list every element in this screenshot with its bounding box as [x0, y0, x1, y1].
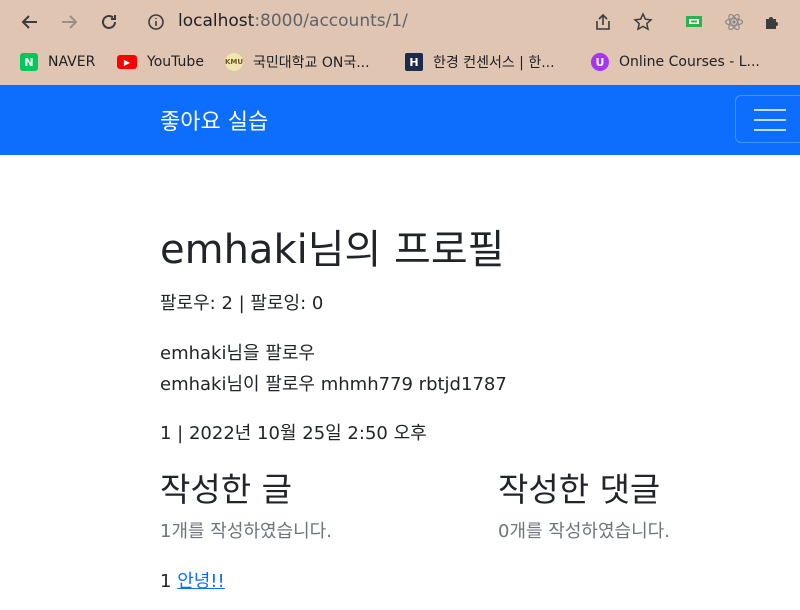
article-id: 1 [160, 571, 172, 592]
profile-info-line: 1 | 2022년 10월 25일 2:50 오후 [160, 423, 427, 444]
articles-count: 1개를 작성하였습니다. [160, 521, 332, 542]
hankyung-icon: H [405, 53, 423, 71]
follow-button[interactable]: emhaki님을 팔로우 [160, 339, 315, 365]
reload-icon[interactable] [97, 10, 121, 34]
list-item: 1 안녕!! [160, 567, 225, 593]
bookmark-label: 한경 컨센서스 | 한... [433, 55, 555, 71]
bookmarks-bar: N NAVER ▶ YouTube KMU 국민대학교 ON국... H 한경 … [0, 46, 800, 78]
article-link[interactable]: 안녕!! [177, 571, 225, 592]
followers-list: emhaki님이 팔로우 mhmh779 rbtjd1787 [160, 374, 507, 395]
bookmark-label: NAVER [48, 54, 96, 70]
browser-chrome: localhost:8000/accounts/1/ N NAVER ▶ You… [0, 0, 800, 85]
bookmark-youtube[interactable]: ▶ YouTube [117, 52, 204, 72]
bookmark-kmu[interactable]: KMU 국민대학교 ON국... [225, 52, 370, 72]
hamburger-icon [754, 109, 786, 111]
url-path: :8000/accounts/1/ [254, 11, 408, 31]
naver-icon: N [20, 53, 38, 71]
bookmark-star-icon[interactable] [631, 10, 655, 34]
articles-heading: 작성한 글 [160, 470, 292, 509]
hamburger-icon-bar [754, 129, 786, 131]
browser-toolbar: localhost:8000/accounts/1/ [0, 0, 800, 44]
udemy-icon: U [591, 53, 609, 71]
address-bar[interactable]: localhost:8000/accounts/1/ [178, 11, 408, 31]
share-icon[interactable] [591, 10, 615, 34]
url-host: localhost [178, 11, 255, 31]
bookmark-label: Online Courses - L... [619, 54, 760, 70]
hamburger-icon-bar [754, 119, 786, 121]
kmu-icon: KMU [225, 53, 243, 71]
site-info-icon[interactable] [144, 10, 168, 34]
navbar-brand[interactable]: 좋아요 실습 [160, 104, 268, 136]
bookmark-naver[interactable]: N NAVER [20, 52, 95, 72]
bookmark-label: YouTube [147, 54, 204, 70]
extensions-puzzle-icon[interactable] [761, 10, 785, 34]
react-devtools-icon[interactable] [722, 10, 746, 34]
bookmark-hankyung[interactable]: H 한경 컨센서스 | 한... [405, 52, 555, 72]
bookmark-udemy[interactable]: U Online Courses - L... [591, 52, 760, 72]
extension-monitor-icon[interactable] [682, 10, 706, 34]
navbar-toggler-button[interactable] [735, 95, 800, 143]
page-title: emhaki님의 프로필 [160, 227, 505, 273]
back-arrow-icon[interactable] [18, 10, 42, 34]
bookmark-label: 국민대학교 ON국... [253, 55, 370, 71]
comments-count: 0개를 작성하였습니다. [498, 521, 670, 542]
forward-arrow-icon[interactable] [57, 10, 81, 34]
navbar: 좋아요 실습 [0, 85, 800, 155]
youtube-icon: ▶ [117, 55, 137, 69]
follow-counts: 팔로우: 2 | 팔로잉: 0 [160, 293, 324, 314]
comments-heading: 작성한 댓글 [498, 470, 661, 509]
